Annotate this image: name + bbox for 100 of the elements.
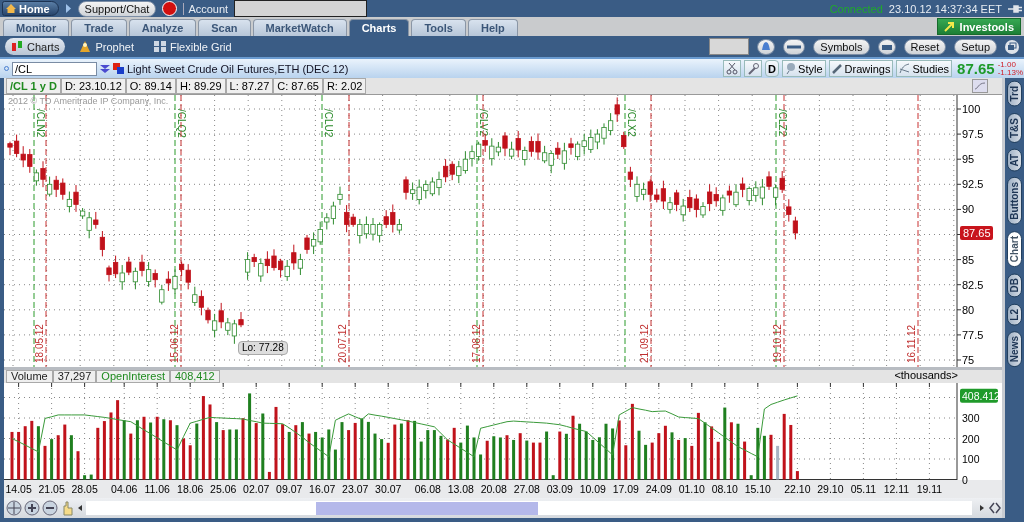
sub-tab[interactable]: Flexible Grid (147, 38, 238, 55)
date-axis-label: 23.07 (342, 483, 369, 495)
main-tab[interactable]: Analyze (128, 19, 197, 36)
toolbar-button[interactable]: Symbols (813, 38, 870, 55)
chart-title: /CL 1 y D (6, 78, 61, 94)
date-axis-label: 21.05 (38, 483, 65, 495)
date-axis-label: 15.10 (744, 483, 771, 495)
date-axis-label: 06.08 (414, 483, 441, 495)
date-axis-label: 14.05 (5, 483, 32, 495)
investools-button[interactable]: Investools (936, 18, 1021, 35)
date-axis-label: 04.06 (111, 483, 138, 495)
expiry-marker-label: 19.10.12 (772, 324, 783, 363)
side-tab[interactable]: News (1007, 331, 1022, 368)
contract-marker-label: /CLN2 (35, 109, 46, 138)
study-value: 408,412 (169, 370, 220, 383)
ohlc-field: O: 89.14 (125, 78, 176, 94)
price-axis-label: 82.5 (962, 278, 984, 291)
chart-tool-button[interactable]: Studies (896, 60, 953, 77)
toolbar-button[interactable]: Reset (903, 38, 947, 55)
side-tab[interactable]: Trd (1007, 81, 1022, 107)
study-value: 37,297 (52, 370, 97, 383)
side-tab[interactable]: Chart (1007, 230, 1022, 268)
symbol-description: Light Sweet Crude Oil Futures,ETH (DEC 12) (127, 62, 349, 75)
date-axis-label: 20.08 (480, 483, 507, 495)
date-axis-label: 16.07 (309, 483, 336, 495)
date-axis-label: 08.10 (711, 483, 738, 495)
volume-axis-label: 100 (962, 453, 980, 465)
ohlc-field: D: 23.10.12 (60, 78, 126, 94)
price-axis-label: 85 (962, 253, 975, 266)
main-tab[interactable]: Help (468, 19, 518, 36)
toolbar-button[interactable]: Setup (954, 38, 997, 55)
home-button[interactable]: Home (2, 1, 59, 16)
volume-axis-label: 0 (962, 473, 968, 486)
date-axis-label: 22.10 (784, 483, 811, 495)
sub-tab[interactable]: Charts (5, 38, 66, 55)
price-axis-label: 77.5 (962, 328, 984, 341)
percent-change: -1.13% (997, 68, 1023, 77)
date-axis-label: 24.09 (645, 483, 672, 495)
study-name: Volume (6, 370, 53, 383)
date-axis-label: 17.09 (612, 483, 639, 495)
support-chat-button[interactable]: Support/Chat (77, 0, 157, 17)
main-tab[interactable]: Tools (411, 19, 466, 36)
date-axis-label: 11.06 (144, 483, 170, 495)
main-tab[interactable]: Trade (71, 19, 127, 36)
volume-axis-label: 200 (962, 432, 980, 445)
price-axis-label: 100 (962, 103, 981, 115)
chart-tool-button[interactable]: Style (782, 60, 826, 77)
price-axis-label: 80 (962, 303, 975, 316)
date-axis-label: 10.09 (579, 483, 606, 495)
expiry-marker-label: 21.09.12 (639, 324, 650, 363)
ohlc-field: C: 87.65 (273, 78, 323, 94)
date-axis-label: 25.06 (210, 483, 237, 495)
account-label: Account (183, 2, 229, 15)
symbol-field[interactable]: /CL (12, 61, 97, 76)
date-axis-label: 01.10 (678, 483, 705, 495)
date-axis-label: 29.10 (817, 483, 844, 495)
side-tab[interactable]: T&S (1007, 112, 1022, 143)
expiry-marker-label: 17.08.12 (471, 324, 482, 363)
date-axis-label: 05.11 (850, 483, 877, 495)
clock-text: 23.10.12 14:37:34 EET (888, 2, 1002, 15)
main-tab[interactable]: Scan (198, 19, 251, 36)
expiry-marker-label: 20.07.12 (337, 324, 348, 363)
current-price-badge: 87.65 (960, 226, 993, 240)
expiry-marker-label: 18.05.12 (34, 324, 45, 363)
connection-status: Connected (829, 2, 883, 15)
side-tab[interactable]: DB (1007, 273, 1022, 298)
contract-marker-label: /CLX2 (626, 109, 637, 137)
price-axis-label: 97.5 (962, 128, 984, 141)
price-axis-label: 90 (962, 203, 975, 216)
side-tab[interactable]: Buttons (1007, 177, 1022, 225)
last-price: 87.65 (957, 60, 995, 77)
ohlc-field: R: 2.02 (322, 78, 367, 94)
contract-marker-label: /CLV2 (478, 109, 489, 137)
expiry-marker-label: 15.06.12 (169, 324, 180, 363)
side-tab[interactable]: AT (1007, 148, 1022, 172)
chart-tool-button[interactable]: Drawings (828, 60, 894, 77)
main-tab[interactable]: Charts (348, 19, 410, 36)
side-tab[interactable]: L2 (1007, 303, 1022, 326)
date-axis-label: 28.05 (71, 483, 98, 495)
contract-marker-label: /CLQ2 (176, 109, 187, 138)
date-axis-label: 03.09 (546, 483, 573, 495)
price-axis-label: 92.5 (962, 178, 984, 191)
date-axis-label: 12.11 (883, 483, 910, 495)
date-axis-label: 18.06 (177, 483, 204, 495)
volume-axis-label: 300 (962, 412, 980, 424)
price-axis-label: 75 (962, 354, 975, 366)
copyright-text: 2012 © TD Ameritrade IP Company, Inc. (8, 96, 169, 106)
price-axis-label: 95 (962, 153, 975, 166)
date-axis-label: 09.07 (276, 483, 303, 495)
expiry-marker-label: 16.11.12 (906, 324, 917, 363)
date-axis-label: 27.08 (513, 483, 540, 495)
main-tab[interactable]: Monitor (3, 19, 70, 36)
units-label: <thousands> (893, 370, 959, 383)
price-change: -1.00 (997, 60, 1017, 69)
period-button[interactable]: D (765, 60, 780, 77)
ohlc-field: L: 87.27 (225, 78, 274, 94)
contract-marker-label: /CLU2 (323, 109, 334, 138)
date-axis-label: 13.08 (447, 483, 474, 495)
main-tab[interactable]: MarketWatch (252, 19, 347, 36)
sub-tab[interactable]: Prophet (73, 38, 140, 55)
